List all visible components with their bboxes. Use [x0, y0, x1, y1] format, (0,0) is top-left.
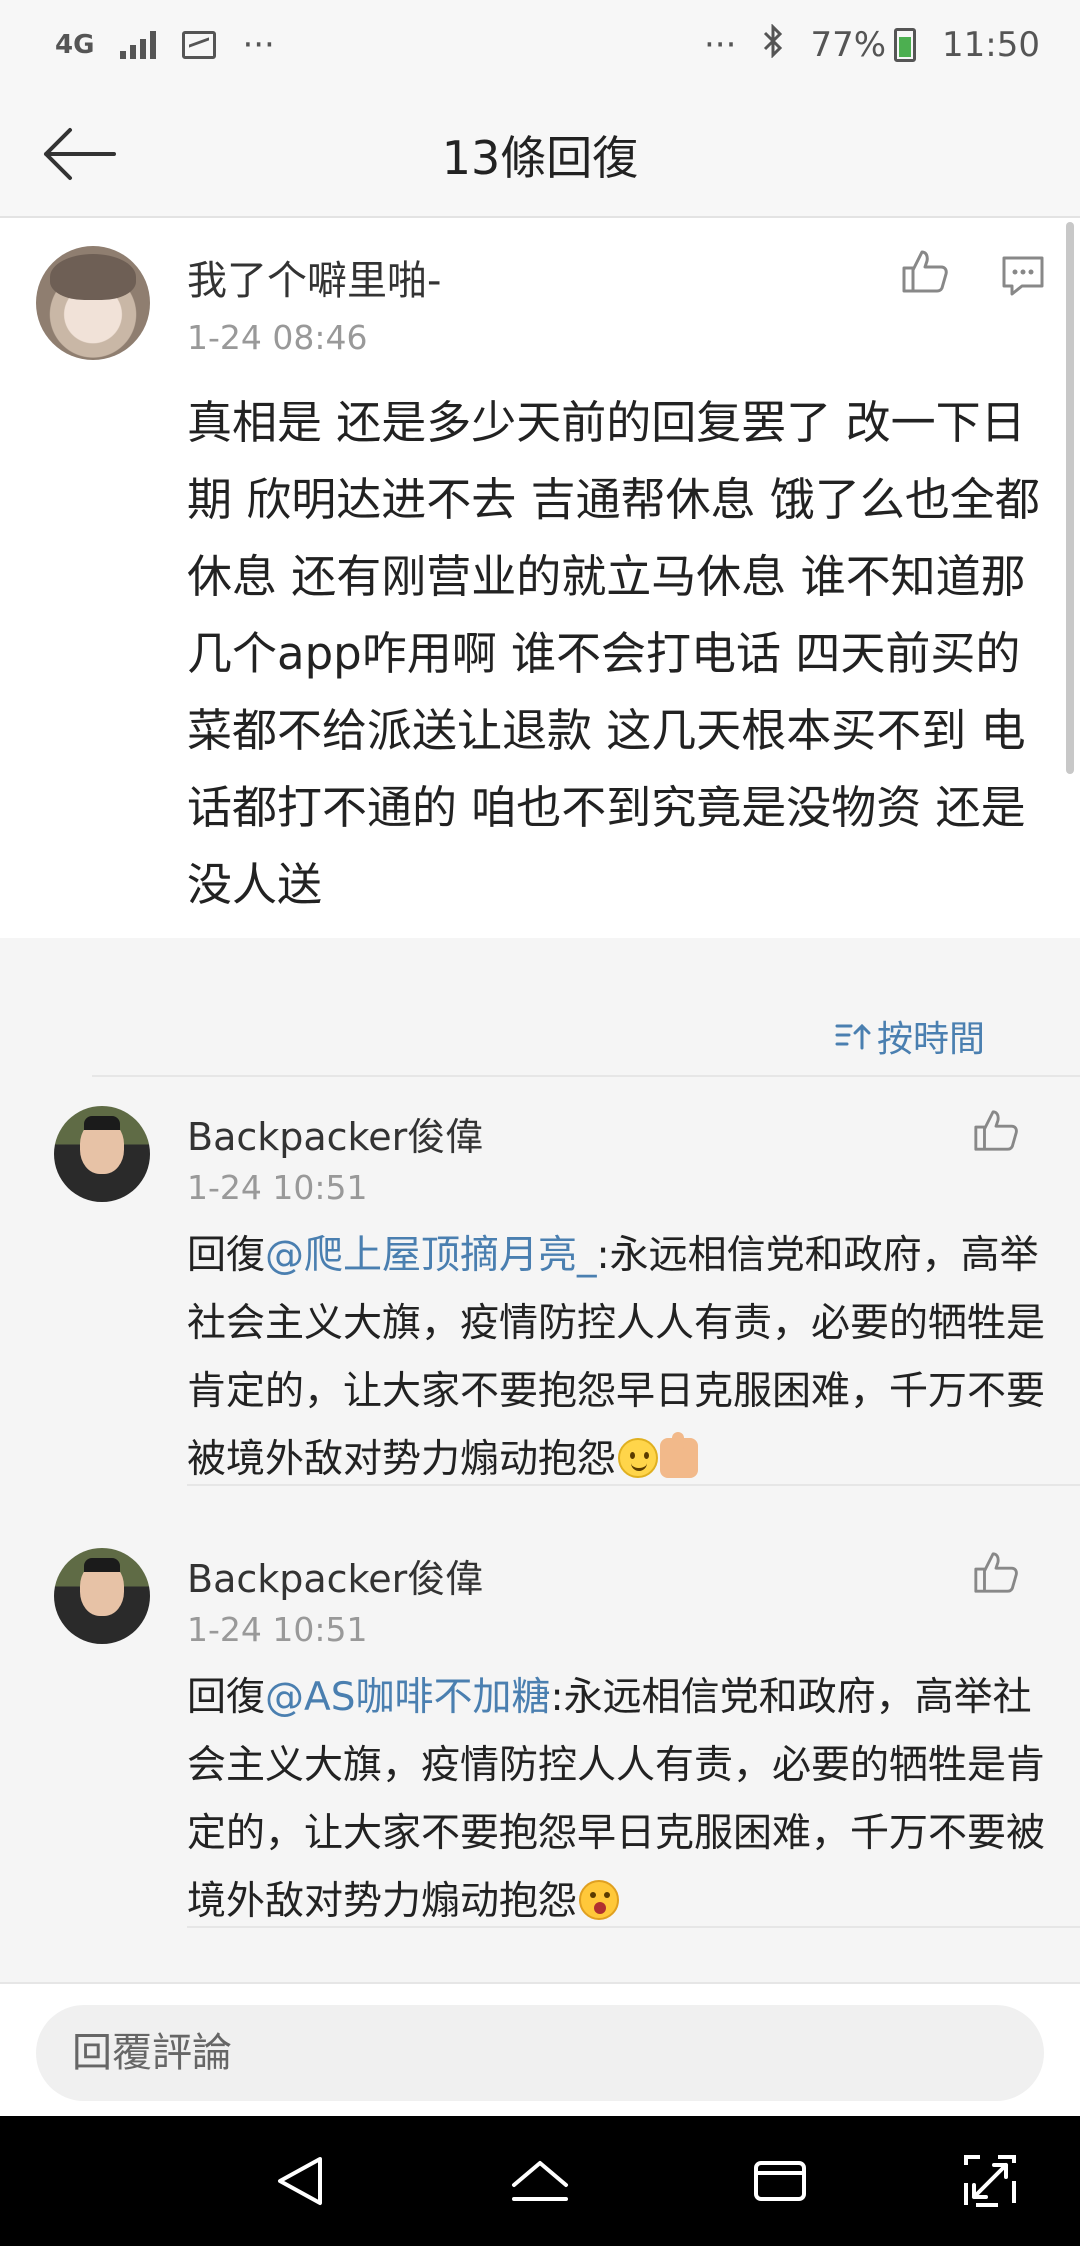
more-status-icon: ··· — [704, 25, 737, 65]
triangle-back-icon — [278, 2157, 322, 2205]
reply-time: 1-24 10:51 — [187, 1610, 368, 1649]
home-icon — [512, 2161, 568, 2201]
image-icon — [182, 31, 217, 59]
sort-by-time-button[interactable]: 按時間 — [835, 1010, 985, 1062]
reply-prefix: 回復 — [187, 1233, 266, 1278]
reply-button[interactable] — [1000, 254, 1046, 302]
thumbs-up-emoji — [660, 1432, 699, 1478]
scrollbar[interactable] — [1066, 222, 1074, 774]
avatar[interactable] — [54, 1106, 150, 1202]
comment-bar — [0, 1982, 1080, 2116]
slightly-smiling-emoji — [618, 1438, 659, 1478]
divider — [187, 1926, 1080, 1928]
like-button[interactable] — [972, 1548, 1020, 1600]
thumbs-up-icon — [974, 1110, 1018, 1151]
expand-icon — [964, 2155, 1016, 2207]
sort-time-icon — [835, 1023, 871, 1050]
more-notifications-icon: ··· — [242, 25, 275, 65]
like-button[interactable] — [900, 246, 950, 300]
bluetooth-icon — [762, 22, 784, 67]
divider — [92, 1075, 1080, 1077]
post-time: 1-24 08:46 — [187, 318, 368, 357]
nav-home-button[interactable] — [508, 2149, 572, 2213]
battery-percent: 77% — [810, 25, 887, 65]
post-author[interactable]: 我了个噼里啪- — [187, 248, 441, 306]
post-content: 真相是 还是多少天前的回复罢了 改一下日期 欣明达进不去 吉通帮休息 饿了么也全… — [187, 396, 1040, 911]
reply-time: 1-24 10:51 — [187, 1168, 368, 1207]
reply-content: 回復@爬上屋顶摘月亮_:永远相信党和政府，高举社会主义大旗，疫情防控人人有责，必… — [187, 1222, 1047, 1494]
navigation-bar — [0, 2116, 1080, 2246]
nav-back-button[interactable] — [268, 2149, 332, 2213]
avatar[interactable] — [36, 246, 150, 360]
status-left: 4G ··· — [55, 25, 275, 65]
sort-label: 按時間 — [876, 1019, 985, 1060]
thumbs-up-icon — [902, 250, 948, 293]
reply-prefix: 回復 — [187, 1675, 266, 1720]
page-title: 13條回復 — [441, 131, 639, 185]
nav-recents-button[interactable] — [748, 2149, 812, 2213]
replies-section: 按時間 Backpacker俊偉 1-24 10:51 回復@爬上屋顶摘月亮_:… — [0, 966, 1080, 1982]
mention-link[interactable]: @AS咖啡不加糖 — [265, 1675, 550, 1720]
recents-icon — [754, 2161, 806, 2201]
reply-author[interactable]: Backpacker俊偉 — [187, 1548, 483, 1603]
status-bar: 4G ··· ··· 77% 11:50 — [0, 0, 1080, 90]
shocked-emoji — [579, 1880, 620, 1920]
nav-expand-button[interactable] — [958, 2149, 1022, 2213]
signal-icon — [120, 31, 157, 59]
clock: 11:50 — [942, 25, 1040, 65]
avatar[interactable] — [54, 1548, 150, 1644]
divider — [187, 1484, 1080, 1486]
thumbs-up-icon — [974, 1552, 1018, 1593]
reply-content: 回復@AS咖啡不加糖:永远相信党和政府，高举社会主义大旗，疫情防控人人有责，必要… — [187, 1664, 1047, 1936]
reply-comment-input[interactable] — [36, 2005, 1044, 2101]
header: 13條回復 — [0, 90, 1080, 218]
battery-icon — [894, 28, 917, 62]
like-button[interactable] — [972, 1106, 1020, 1158]
comment-icon — [1002, 256, 1044, 296]
reply-author[interactable]: Backpacker俊偉 — [187, 1106, 483, 1161]
mention-link[interactable]: @爬上屋顶摘月亮_ — [265, 1233, 597, 1278]
main-post: 我了个噼里啪- 1-24 08:46 真相是 还是多少天前的回复罢了 改一下日期… — [0, 218, 1080, 938]
status-right: ··· 77% 11:50 — [704, 22, 1040, 67]
network-4g-icon: 4G — [55, 30, 95, 60]
